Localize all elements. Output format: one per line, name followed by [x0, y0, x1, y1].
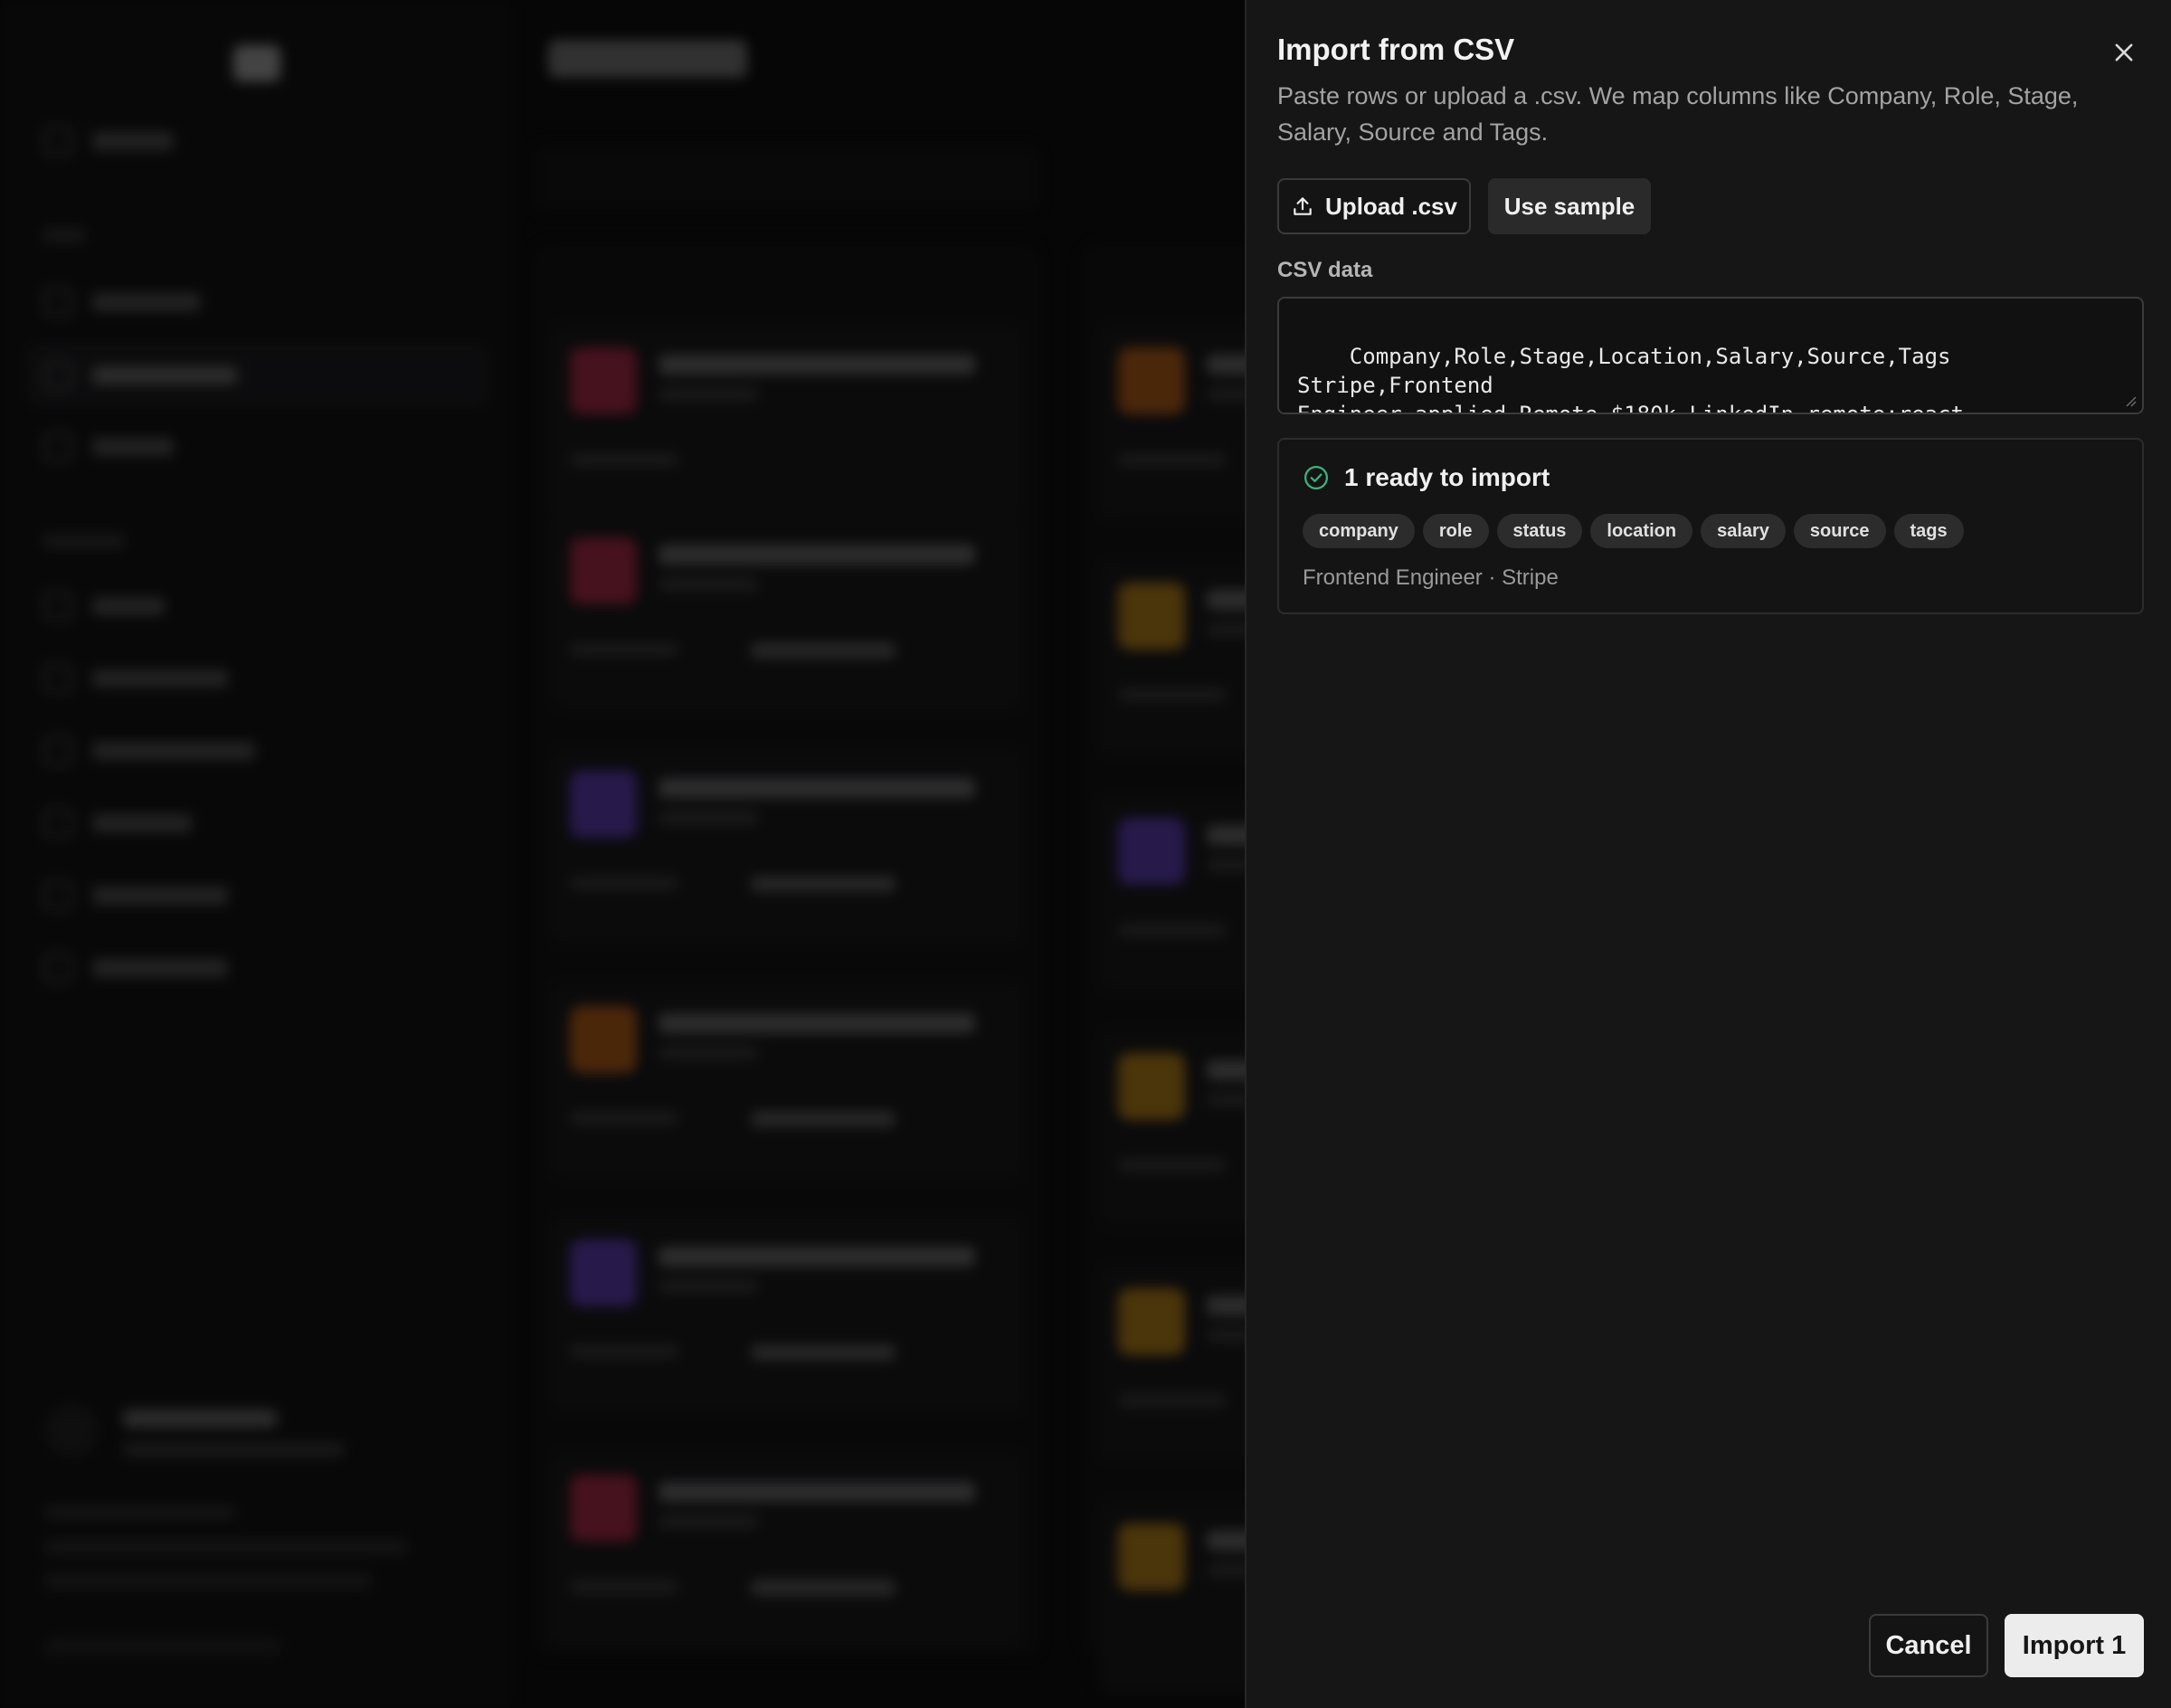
panel-description: Paste rows or upload a .csv. We map colu… — [1277, 82, 2079, 146]
preview-row-summary: Frontend Engineer · Stripe — [1303, 565, 1559, 590]
check-circle-icon — [1304, 466, 1328, 489]
import-button[interactable]: Import 1 — [2005, 1614, 2144, 1677]
modal-backdrop[interactable] — [0, 0, 1245, 1708]
upload-csv-button[interactable]: Upload .csv — [1277, 178, 1471, 234]
import-preview: 1 ready to import company role status lo… — [1277, 438, 2144, 614]
ready-status: 1 ready to import — [1303, 463, 1550, 492]
csv-data-textarea[interactable]: Company,Role,Stage,Location,Salary,Sourc… — [1277, 297, 2144, 414]
field-chip-role: role — [1422, 514, 1489, 548]
field-chip-tags: tags — [1893, 514, 1964, 548]
csv-data-label: CSV data — [1277, 258, 1373, 282]
panel-title: Import from CSV — [1277, 33, 1515, 66]
mapped-field-chips: company role status location salary sour… — [1303, 514, 1964, 548]
field-chip-salary: salary — [1701, 514, 1786, 548]
ready-text: 1 ready to import — [1344, 463, 1550, 491]
csv-data-value: Company,Role,Stage,Location,Salary,Sourc… — [1297, 344, 1964, 414]
field-chip-source: source — [1793, 514, 1886, 548]
close-button[interactable] — [2106, 34, 2142, 71]
upload-csv-label: Upload .csv — [1325, 192, 1457, 220]
field-chip-status: status — [1496, 514, 1583, 548]
cancel-button[interactable]: Cancel — [1869, 1614, 1988, 1677]
import-csv-panel: Import from CSV Paste rows or upload a .… — [1245, 0, 2171, 1708]
field-chip-company: company — [1303, 514, 1415, 548]
upload-icon — [1294, 197, 1312, 215]
field-chip-location: location — [1590, 514, 1693, 548]
close-icon — [2115, 43, 2133, 62]
resize-grip-icon[interactable] — [2124, 394, 2137, 407]
use-sample-button[interactable]: Use sample — [1488, 178, 1651, 234]
